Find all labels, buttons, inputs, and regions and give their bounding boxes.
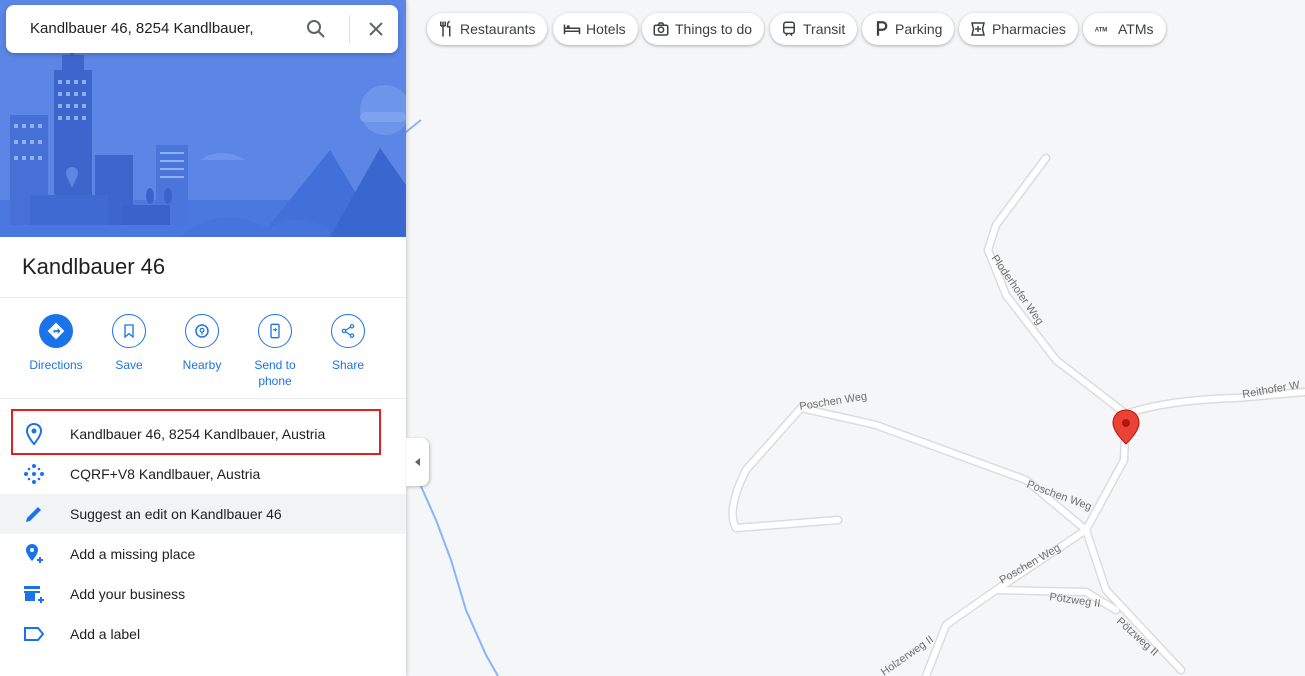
map-canvas[interactable]: Ploderhofer Weg Reithofer W Poschen Weg … — [406, 0, 1305, 676]
chip-label: Pharmacies — [992, 21, 1066, 37]
chip-parking[interactable]: Parking — [862, 13, 955, 45]
plus-code-text: CQRF+V8 Kandlbauer, Austria — [70, 466, 261, 482]
divider — [0, 297, 406, 298]
action-label: Share — [331, 358, 365, 372]
pencil-icon — [26, 507, 41, 522]
send-to-phone-button[interactable]: Send to phone — [238, 314, 312, 389]
add-business-text: Add your business — [70, 586, 186, 602]
chip-label: Hotels — [586, 21, 626, 37]
close-icon[interactable] — [364, 17, 388, 41]
location-marker-icon[interactable] — [1112, 409, 1140, 445]
hotel-icon — [563, 24, 581, 35]
action-label: Nearby — [182, 358, 222, 372]
pharmacy-icon — [971, 22, 985, 36]
chip-label: Parking — [895, 21, 943, 37]
directions-button[interactable]: Directions — [19, 314, 93, 373]
search-box[interactable]: Kandlbauer 46, 8254 Kandlbauer, — [6, 5, 398, 53]
label-icon — [24, 627, 45, 641]
chip-pharmacies[interactable]: Pharmacies — [959, 13, 1078, 45]
side-panel: Kandlbauer 46, 8254 Kandlbauer, Kandlbau… — [0, 0, 406, 676]
location-pin-icon — [25, 422, 43, 446]
action-label: Send to phone — [254, 358, 296, 388]
address-text: Kandlbauer 46, 8254 Kandlbauer, Austria — [70, 426, 326, 442]
directions-icon — [47, 322, 65, 340]
add-missing-place-row[interactable]: Add a missing place — [0, 534, 406, 574]
chip-restaurants[interactable]: Restaurants — [427, 13, 548, 45]
chip-things-to-do[interactable]: Things to do — [642, 13, 765, 45]
transit-icon — [783, 21, 795, 37]
camera-icon — [653, 22, 669, 36]
suggest-edit-row[interactable]: Suggest an edit on Kandlbauer 46 — [0, 494, 406, 534]
action-label: Save — [115, 358, 143, 372]
suggest-edit-text: Suggest an edit on Kandlbauer 46 — [70, 506, 282, 522]
chip-hotels[interactable]: Hotels — [553, 13, 638, 45]
add-label-text: Add a label — [70, 626, 141, 642]
address-row[interactable]: Kandlbauer 46, 8254 Kandlbauer, Austria — [0, 414, 406, 454]
add-business-row[interactable]: Add your business — [0, 574, 406, 614]
save-button[interactable]: Save — [92, 314, 166, 373]
share-icon — [341, 324, 355, 338]
caret-left-icon — [415, 458, 420, 466]
search-input[interactable]: Kandlbauer 46, 8254 Kandlbauer, — [30, 20, 270, 37]
road-label: Poschen Weg — [998, 542, 1063, 587]
search-icon[interactable] — [304, 17, 328, 41]
send-to-phone-icon — [270, 323, 280, 339]
chip-atms[interactable]: ATM ATMs — [1083, 13, 1166, 45]
add-place-icon — [26, 544, 43, 563]
nearby-button[interactable]: Nearby — [165, 314, 239, 373]
chip-label: ATMs — [1118, 21, 1154, 37]
plus-code-icon — [24, 464, 44, 484]
divider — [0, 398, 406, 399]
action-label: Directions — [29, 358, 83, 372]
nearby-icon — [195, 324, 209, 338]
bookmark-icon — [124, 324, 134, 339]
collapse-panel-button[interactable] — [406, 438, 429, 486]
chip-label: Transit — [803, 21, 846, 37]
parking-icon — [876, 21, 888, 36]
add-label-row[interactable]: Add a label — [0, 614, 406, 654]
road-label: Poschen Weg — [799, 390, 868, 413]
chip-label: Restaurants — [460, 21, 536, 37]
atm-icon: ATM — [1095, 27, 1108, 33]
chip-transit[interactable]: Transit — [770, 13, 858, 45]
chip-label: Things to do — [675, 21, 753, 37]
place-title: Kandlbauer 46 — [22, 254, 166, 279]
add-business-icon — [24, 586, 44, 603]
plus-code-row[interactable]: CQRF+V8 Kandlbauer, Austria — [0, 454, 406, 494]
add-missing-place-text: Add a missing place — [70, 546, 196, 562]
river — [419, 483, 499, 676]
share-button[interactable]: Share — [311, 314, 385, 373]
restaurant-icon — [440, 20, 451, 37]
map-roads: Ploderhofer Weg Reithofer W Poschen Weg … — [406, 119, 1305, 676]
svg-text:ATM: ATM — [1095, 27, 1108, 33]
river — [406, 119, 422, 134]
search-divider — [349, 15, 350, 43]
